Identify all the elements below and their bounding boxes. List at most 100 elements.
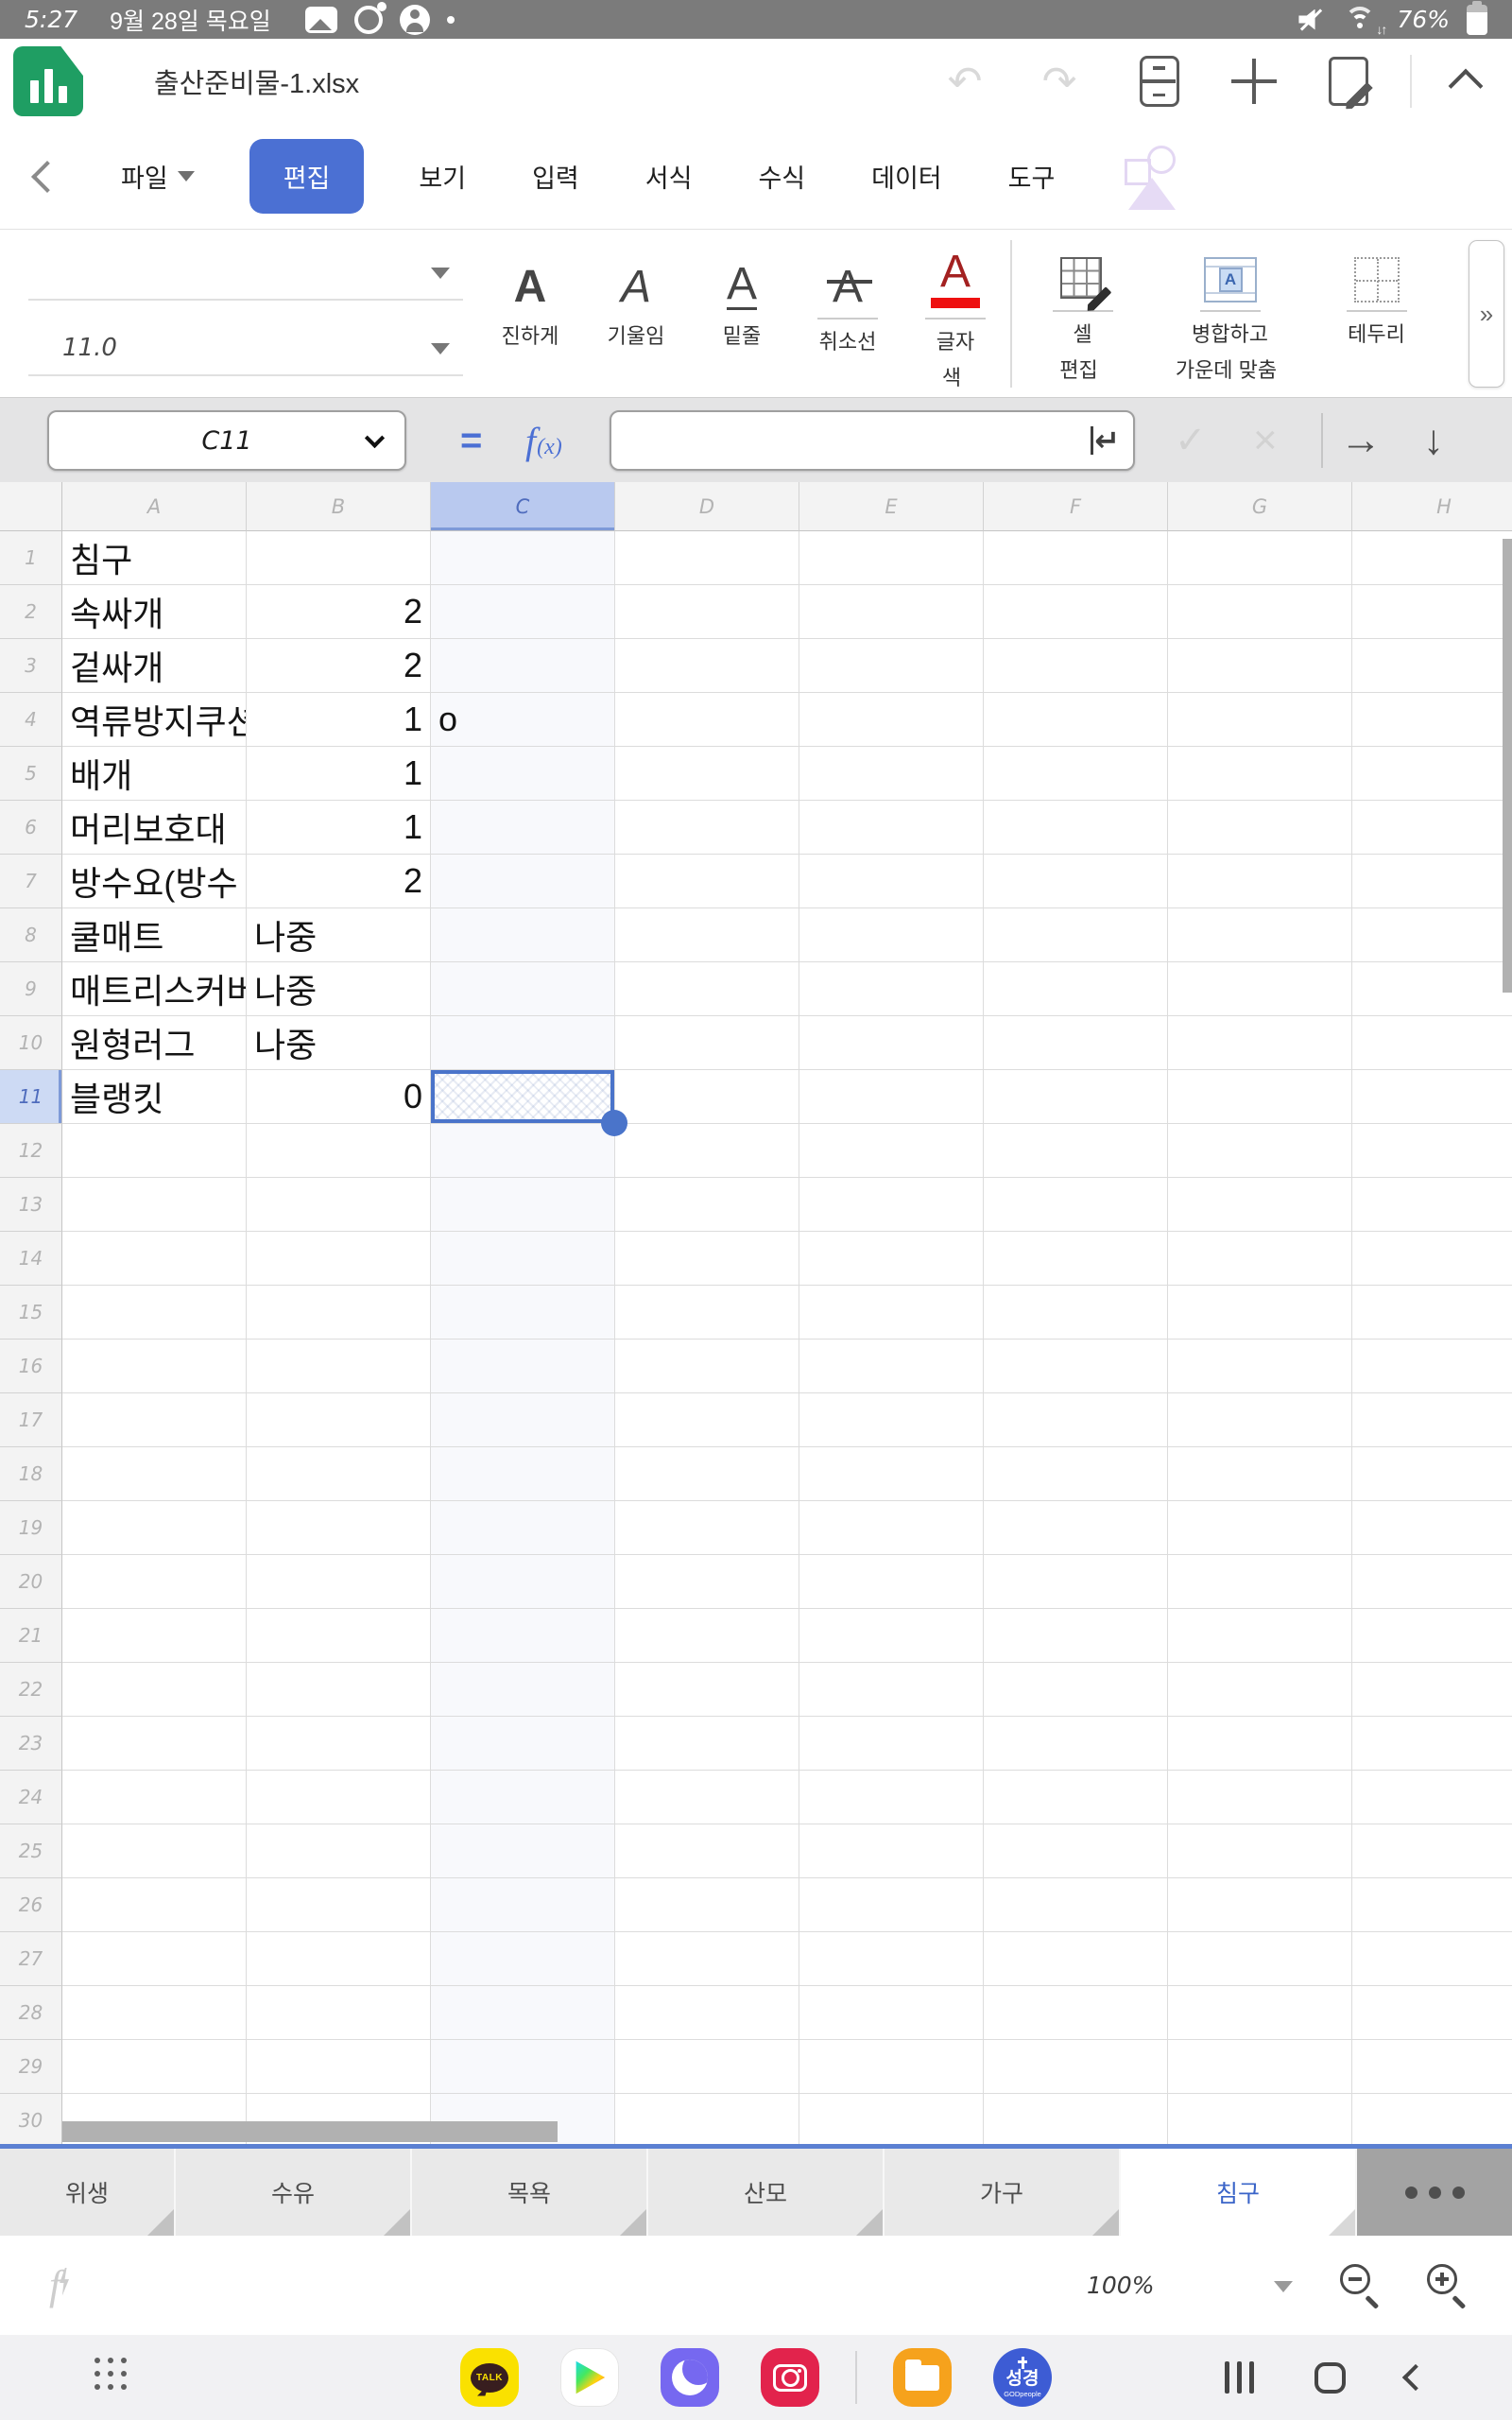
cell-F15[interactable] — [984, 1286, 1168, 1340]
cell-H19[interactable] — [1352, 1501, 1512, 1555]
cell-E25[interactable] — [799, 1824, 984, 1878]
menu-item-edit[interactable]: 편집 — [249, 139, 365, 214]
vertical-scrollbar[interactable] — [1503, 539, 1512, 993]
cell-D4[interactable] — [615, 693, 799, 747]
cell-G27[interactable] — [1168, 1932, 1352, 1986]
cell-B10[interactable]: 나중 — [247, 1016, 431, 1070]
cell-D12[interactable] — [615, 1124, 799, 1178]
cell-H21[interactable] — [1352, 1609, 1512, 1663]
cell-D7[interactable] — [615, 855, 799, 908]
confirm-check-icon[interactable] — [1175, 398, 1207, 483]
cell-A10[interactable]: 원형러그 — [62, 1016, 247, 1070]
cell-D17[interactable] — [615, 1393, 799, 1447]
cell-C9[interactable] — [431, 962, 615, 1016]
cell-G22[interactable] — [1168, 1663, 1352, 1717]
zoom-out-icon[interactable] — [1338, 2262, 1383, 2308]
cell-D13[interactable] — [615, 1178, 799, 1232]
cell-A5[interactable]: 배개 — [62, 747, 247, 801]
cell-E30[interactable] — [799, 2094, 984, 2144]
cell-E7[interactable] — [799, 855, 984, 908]
cell-D19[interactable] — [615, 1501, 799, 1555]
cell-G13[interactable] — [1168, 1178, 1352, 1232]
cell-E21[interactable] — [799, 1609, 984, 1663]
cell-F17[interactable] — [984, 1393, 1168, 1447]
row-header-12[interactable]: 12 — [0, 1124, 62, 1178]
cell-A19[interactable] — [62, 1501, 247, 1555]
cell-B2[interactable]: 2 — [247, 585, 431, 639]
cell-E24[interactable] — [799, 1771, 984, 1824]
cell-E4[interactable] — [799, 693, 984, 747]
cell-F10[interactable] — [984, 1016, 1168, 1070]
row-header-21[interactable]: 21 — [0, 1609, 62, 1663]
cell-B12[interactable] — [247, 1124, 431, 1178]
cell-B28[interactable] — [247, 1986, 431, 2040]
cell-C29[interactable] — [431, 2040, 615, 2094]
cell-C24[interactable] — [431, 1771, 615, 1824]
cell-E28[interactable] — [799, 1986, 984, 2040]
bold-button[interactable]: 진하게 — [477, 231, 583, 397]
edit-mode-icon[interactable] — [1319, 52, 1378, 111]
cell-E23[interactable] — [799, 1717, 984, 1771]
cell-G14[interactable] — [1168, 1232, 1352, 1286]
row-header-28[interactable]: 28 — [0, 1986, 62, 2040]
cell-D23[interactable] — [615, 1717, 799, 1771]
cell-E22[interactable] — [799, 1663, 984, 1717]
cell-F11[interactable] — [984, 1070, 1168, 1124]
cell-G3[interactable] — [1168, 639, 1352, 693]
cell-G10[interactable] — [1168, 1016, 1352, 1070]
cell-H10[interactable] — [1352, 1016, 1512, 1070]
cell-B11[interactable]: 0 — [247, 1070, 431, 1124]
sheet-tab-sanmo[interactable]: 산모 — [648, 2149, 885, 2236]
move-down-icon[interactable] — [1423, 398, 1444, 483]
cell-H30[interactable] — [1352, 2094, 1512, 2144]
cell-A27[interactable] — [62, 1932, 247, 1986]
cell-D11[interactable] — [615, 1070, 799, 1124]
select-all-corner[interactable] — [0, 482, 62, 531]
cell-E20[interactable] — [799, 1555, 984, 1609]
cell-F19[interactable] — [984, 1501, 1168, 1555]
split-view-icon[interactable] — [1130, 52, 1189, 111]
cell-D24[interactable] — [615, 1771, 799, 1824]
cell-E17[interactable] — [799, 1393, 984, 1447]
cell-F13[interactable] — [984, 1178, 1168, 1232]
cell-H7[interactable] — [1352, 855, 1512, 908]
column-header-G[interactable]: G — [1168, 482, 1352, 531]
row-header-17[interactable]: 17 — [0, 1393, 62, 1447]
cell-E16[interactable] — [799, 1340, 984, 1393]
cell-B23[interactable] — [247, 1717, 431, 1771]
cell-B9[interactable]: 나중 — [247, 962, 431, 1016]
cell-D29[interactable] — [615, 2040, 799, 2094]
cell-H23[interactable] — [1352, 1717, 1512, 1771]
cancel-x-icon[interactable] — [1253, 398, 1278, 483]
row-header-25[interactable]: 25 — [0, 1824, 62, 1878]
cell-D28[interactable] — [615, 1986, 799, 2040]
google-play-app-icon[interactable] — [560, 2348, 619, 2407]
cell-A16[interactable] — [62, 1340, 247, 1393]
cell-D30[interactable] — [615, 2094, 799, 2144]
enter-icon[interactable] — [1091, 423, 1120, 458]
cell-A1[interactable]: 침구 — [62, 531, 247, 585]
cell-B27[interactable] — [247, 1932, 431, 1986]
row-header-10[interactable]: 10 — [0, 1016, 62, 1070]
font-name-dropdown[interactable] — [28, 246, 463, 301]
cell-A25[interactable] — [62, 1824, 247, 1878]
cell-F4[interactable] — [984, 693, 1168, 747]
cell-E10[interactable] — [799, 1016, 984, 1070]
cell-F25[interactable] — [984, 1824, 1168, 1878]
cell-C25[interactable] — [431, 1824, 615, 1878]
cell-F9[interactable] — [984, 962, 1168, 1016]
cell-G12[interactable] — [1168, 1124, 1352, 1178]
cell-D27[interactable] — [615, 1932, 799, 1986]
bible-app-icon[interactable]: 성경 GODpeople — [993, 2348, 1052, 2407]
cell-H28[interactable] — [1352, 1986, 1512, 2040]
cell-F21[interactable] — [984, 1609, 1168, 1663]
cell-G25[interactable] — [1168, 1824, 1352, 1878]
cell-H18[interactable] — [1352, 1447, 1512, 1501]
more-tabs-button[interactable] — [1357, 2149, 1512, 2236]
toolbar-expand-button[interactable] — [1469, 240, 1504, 388]
cell-E29[interactable] — [799, 2040, 984, 2094]
cell-D6[interactable] — [615, 801, 799, 855]
cell-G19[interactable] — [1168, 1501, 1352, 1555]
cell-F22[interactable] — [984, 1663, 1168, 1717]
cell-A18[interactable] — [62, 1447, 247, 1501]
